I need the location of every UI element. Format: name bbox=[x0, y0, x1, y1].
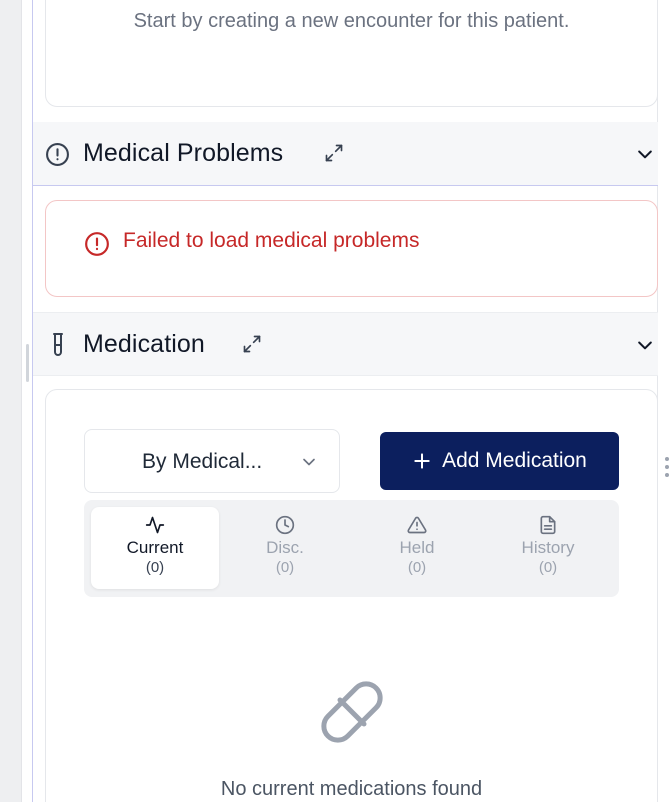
medical-problems-error-message: Failed to load medical problems bbox=[123, 229, 420, 252]
pill-icon bbox=[314, 676, 390, 753]
group-by-select[interactable]: By Medical... bbox=[84, 429, 340, 493]
tab-current-count: (0) bbox=[145, 559, 165, 576]
medication-status-tabs: Current (0) Disc. (0) Held (0) History (… bbox=[84, 500, 619, 597]
tab-current[interactable]: Current (0) bbox=[91, 507, 219, 589]
add-medication-label: Add Medication bbox=[442, 449, 587, 472]
error-alert-icon bbox=[84, 231, 110, 262]
group-by-select-value: By Medical... bbox=[142, 450, 263, 473]
clock-icon bbox=[275, 514, 295, 536]
alert-circle-icon bbox=[45, 142, 70, 172]
left-sidebar-rail bbox=[0, 0, 22, 802]
medical-problems-header[interactable]: Medical Problems bbox=[33, 122, 658, 186]
activity-icon bbox=[145, 514, 165, 536]
medications-empty-message: No current medications found bbox=[220, 778, 483, 800]
panel-resize-handle[interactable] bbox=[26, 344, 29, 382]
add-medication-button[interactable]: Add Medication bbox=[380, 432, 619, 490]
medical-problems-title: Medical Problems bbox=[83, 139, 284, 167]
alert-triangle-icon bbox=[407, 514, 427, 536]
tab-discontinued[interactable]: Disc. (0) bbox=[221, 507, 349, 589]
expand-icon[interactable] bbox=[324, 143, 344, 168]
tab-held-label: Held bbox=[399, 538, 435, 557]
file-text-icon bbox=[538, 514, 558, 536]
encounters-empty-card: Start by creating a new encounter for th… bbox=[45, 0, 658, 107]
encounters-empty-message: Start by creating a new encounter for th… bbox=[133, 10, 570, 32]
tab-discontinued-label: Disc. bbox=[266, 538, 304, 557]
chevron-down-icon[interactable] bbox=[635, 144, 655, 169]
more-options-icon[interactable] bbox=[664, 457, 670, 477]
medication-header[interactable]: Medication bbox=[33, 312, 658, 376]
tab-held[interactable]: Held (0) bbox=[353, 507, 481, 589]
tab-history-label: History bbox=[521, 538, 575, 557]
expand-icon[interactable] bbox=[242, 334, 262, 359]
tab-history[interactable]: History (0) bbox=[484, 507, 612, 589]
test-tube-icon bbox=[51, 332, 65, 363]
chevron-down-icon[interactable] bbox=[635, 335, 655, 360]
tab-history-count: (0) bbox=[538, 559, 558, 576]
chevron-down-icon bbox=[299, 452, 319, 477]
medical-problems-error-card: Failed to load medical problems bbox=[45, 200, 658, 297]
plus-icon bbox=[412, 451, 432, 471]
tab-discontinued-count: (0) bbox=[275, 559, 295, 576]
medication-title: Medication bbox=[83, 330, 205, 358]
tab-held-count: (0) bbox=[407, 559, 427, 576]
tab-current-label: Current bbox=[126, 538, 184, 557]
